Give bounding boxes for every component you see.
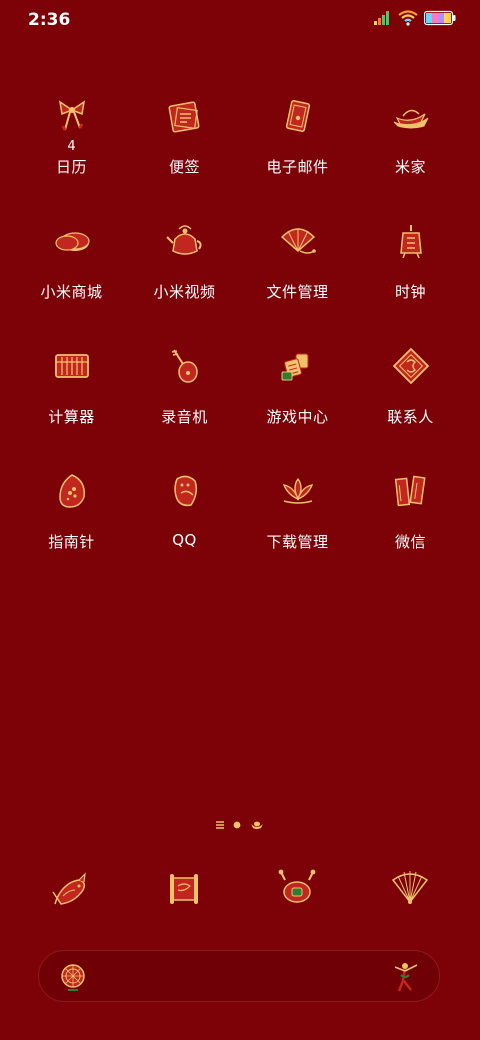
app-grid: 4 日历 便签 电子邮件 米家 小米商城 小米视频 文件管理 时钟 计算器 录音… (0, 92, 480, 592)
app-compass[interactable]: 指南针 (15, 467, 128, 592)
phone-koi-icon (52, 872, 86, 905)
app-label: 小米视频 (153, 283, 216, 301)
calculator-abacus-icon (48, 342, 96, 390)
mi-store-mooncake-icon (48, 217, 96, 265)
app-label: 指南针 (48, 533, 95, 551)
app-label: QQ (172, 531, 197, 549)
app-label: 下载管理 (266, 533, 329, 551)
dock-browser[interactable] (273, 864, 321, 912)
calendar-bow-icon (48, 92, 96, 140)
dock (0, 864, 480, 920)
app-file-manager[interactable]: 文件管理 (241, 217, 354, 342)
page-indicator[interactable] (0, 820, 480, 830)
status-time: 2:36 (28, 10, 71, 30)
app-clock[interactable]: 时钟 (354, 217, 467, 342)
app-label: 文件管理 (266, 283, 329, 301)
download-lotus-icon (274, 467, 322, 515)
menu-icon[interactable] (216, 821, 224, 829)
app-label: 时钟 (394, 283, 426, 301)
dot-icon[interactable] (233, 821, 241, 829)
app-row: 指南针 QQ 下载管理 微信 (0, 467, 480, 592)
dock-phone[interactable] (47, 864, 95, 912)
app-download-manager[interactable]: 下载管理 (241, 467, 354, 592)
wifi-icon (398, 10, 418, 26)
app-label: 便签 (168, 158, 200, 176)
app-mijia[interactable]: 米家 (354, 92, 467, 217)
app-mi-video[interactable]: 小米视频 (128, 217, 241, 342)
app-calculator[interactable]: 计算器 (15, 342, 128, 467)
app-row: 小米商城 小米视频 文件管理 时钟 (0, 217, 480, 342)
app-wechat[interactable]: 微信 (354, 467, 467, 592)
email-envelope-icon (274, 92, 322, 140)
notes-icon (161, 92, 209, 140)
app-label: 小米商城 (40, 283, 103, 301)
app-contacts[interactable]: 联系人 (354, 342, 467, 467)
qq-penguin-icon (161, 467, 209, 515)
app-qq[interactable]: QQ (128, 467, 241, 592)
app-notes[interactable]: 便签 (128, 92, 241, 217)
file-manager-fan-icon (274, 217, 322, 265)
status-bar: 2:36 (0, 0, 480, 42)
search-left-button[interactable] (57, 961, 89, 993)
app-label: 录音机 (161, 408, 208, 426)
recorder-pipa-icon (161, 342, 209, 390)
camera-fan-icon (391, 871, 429, 904)
mi-video-teapot-icon (161, 217, 209, 265)
search-right-button[interactable] (389, 959, 421, 993)
app-label: 游戏中心 (266, 408, 329, 426)
dock-camera[interactable] (386, 864, 434, 912)
app-calendar[interactable]: 4 日历 (15, 92, 128, 217)
clock-lantern-icon (387, 217, 435, 265)
dock-messages[interactable] (160, 864, 208, 912)
app-label: 电子邮件 (266, 158, 329, 176)
calendar-date: 4 (67, 139, 76, 154)
wheel-icon (61, 964, 85, 991)
wechat-couplet-icon (387, 467, 435, 515)
compass-egg-icon (48, 467, 96, 515)
ingot-icon[interactable] (250, 820, 264, 830)
app-label: 微信 (394, 533, 426, 551)
mijia-boat-icon (387, 92, 435, 140)
search-bar[interactable] (38, 950, 440, 1002)
app-label: 米家 (394, 158, 426, 176)
game-center-mahjong-icon (274, 342, 322, 390)
app-label: 日历 (55, 158, 87, 176)
app-game-center[interactable]: 游戏中心 (241, 342, 354, 467)
battery-icon (424, 10, 456, 26)
dancer-icon (394, 963, 418, 992)
app-email[interactable]: 电子邮件 (241, 92, 354, 217)
app-recorder[interactable]: 录音机 (128, 342, 241, 467)
app-mi-store[interactable]: 小米商城 (15, 217, 128, 342)
signal-icon (374, 11, 389, 25)
messages-scroll-icon (170, 874, 198, 904)
contacts-diamond-icon (387, 342, 435, 390)
app-row: 4 日历 便签 电子邮件 米家 (0, 92, 480, 217)
status-icons (374, 10, 456, 26)
browser-drum-icon (278, 869, 316, 903)
app-label: 计算器 (48, 408, 95, 426)
app-label: 联系人 (387, 408, 434, 426)
app-row: 计算器 录音机 游戏中心 联系人 (0, 342, 480, 467)
